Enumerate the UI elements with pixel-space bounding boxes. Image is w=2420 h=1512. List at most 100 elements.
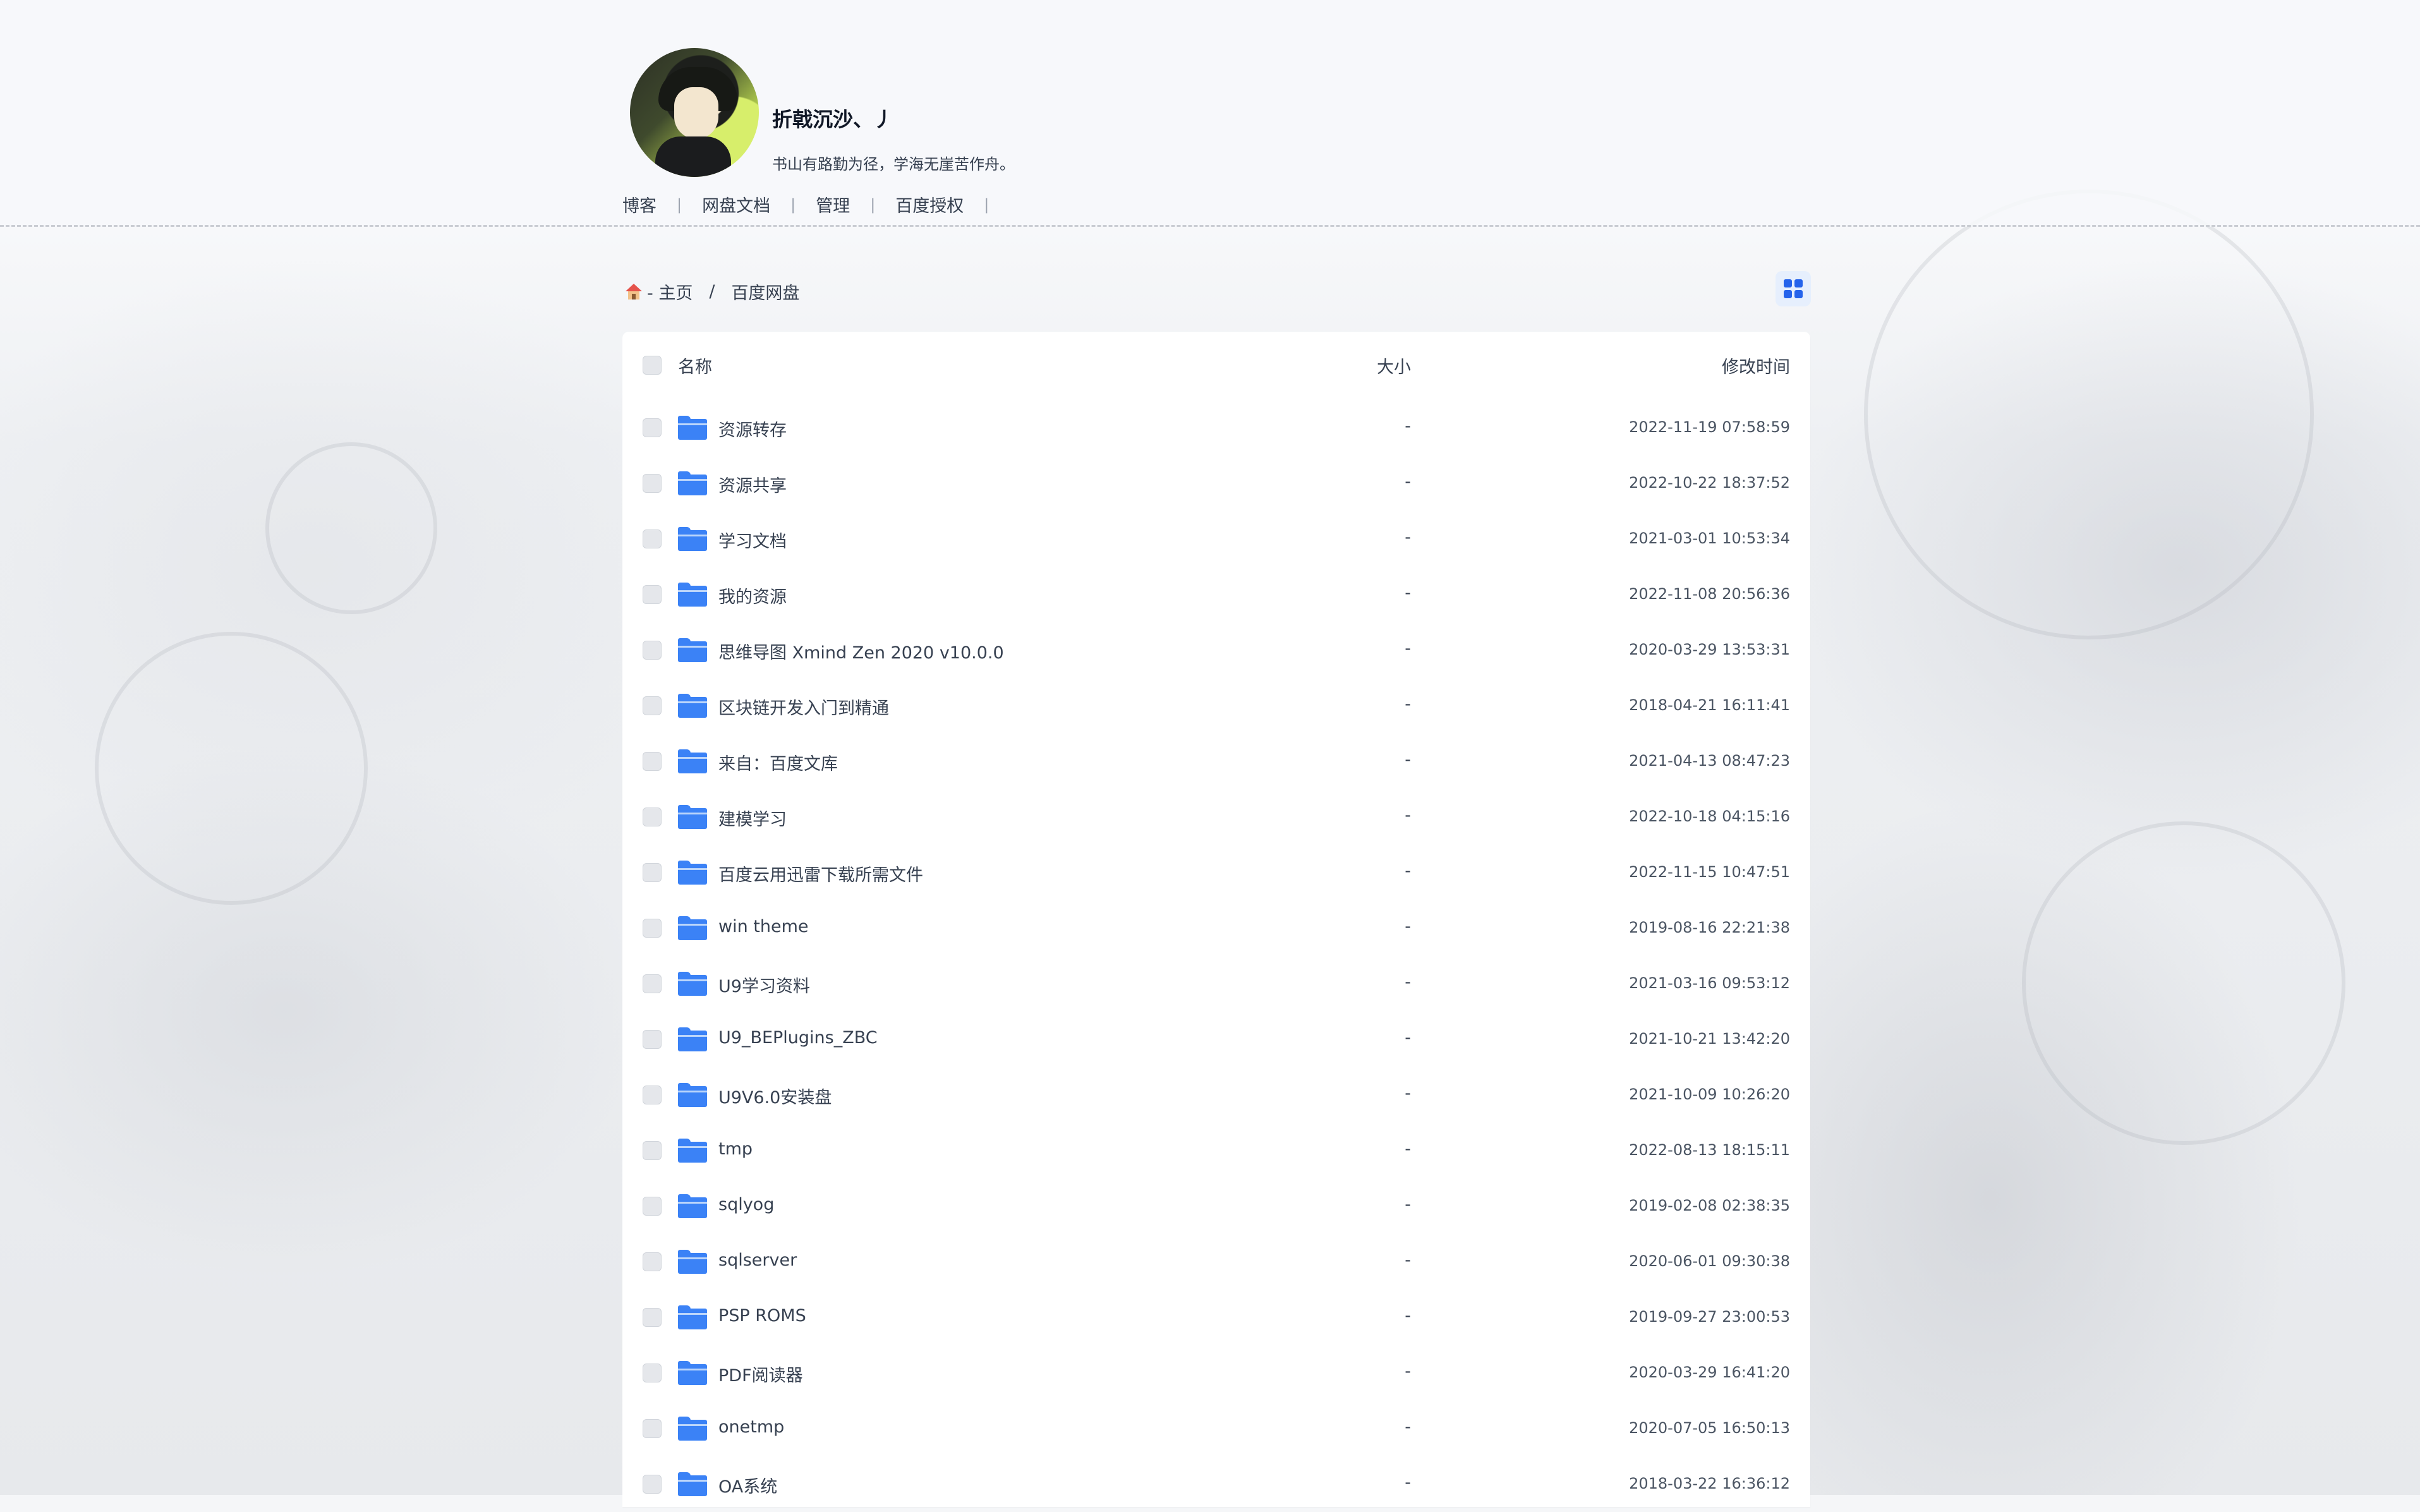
file-name-link[interactable]: 百度云用迅雷下载所需文件 <box>718 861 923 886</box>
select-all-checkbox[interactable] <box>643 356 662 375</box>
file-name-link[interactable]: 区块链开发入门到精通 <box>718 694 889 719</box>
column-header-size[interactable]: 大小 <box>1377 353 1411 378</box>
row-checkbox[interactable] <box>643 641 662 660</box>
file-name-link[interactable]: win theme <box>718 917 809 936</box>
row-checkbox[interactable] <box>643 1419 662 1438</box>
file-name-link[interactable]: tmp <box>718 1139 753 1159</box>
table-row[interactable]: 资源共享 - 2022-10-22 18:37:52 <box>622 456 1810 511</box>
file-size: - <box>1405 639 1411 658</box>
file-name-link[interactable]: 来自：百度文库 <box>718 750 838 775</box>
table-row[interactable]: win theme - 2019-08-16 22:21:38 <box>622 900 1810 956</box>
column-header-modified[interactable]: 修改时间 <box>1722 353 1790 378</box>
nav-item-admin[interactable]: 管理 <box>816 192 850 217</box>
row-checkbox[interactable] <box>643 418 662 437</box>
avatar[interactable] <box>630 48 759 177</box>
file-name-link[interactable]: U9_BEPlugins_ZBC <box>718 1028 878 1048</box>
table-row[interactable]: 百度云用迅雷下载所需文件 - 2022-11-15 10:47:51 <box>622 845 1810 900</box>
file-name-link[interactable]: 资源转存 <box>718 416 787 441</box>
row-checkbox[interactable] <box>643 529 662 548</box>
nav-item-blog[interactable]: 博客 <box>622 192 656 217</box>
breadcrumb-home[interactable]: - 主页 <box>647 279 693 304</box>
file-size: - <box>1405 972 1411 992</box>
file-name-link[interactable]: 建模学习 <box>718 806 787 830</box>
nav-item-drive-docs[interactable]: 网盘文档 <box>702 192 770 217</box>
file-modified-time: 2021-03-01 10:53:34 <box>1629 529 1790 547</box>
file-modified-time: 2021-10-21 13:42:20 <box>1629 1030 1790 1048</box>
file-size: - <box>1405 694 1411 714</box>
nav-separator: | <box>677 195 682 214</box>
table-row[interactable]: 资源转存 - 2022-11-19 07:58:59 <box>622 400 1810 456</box>
row-checkbox[interactable] <box>643 974 662 993</box>
table-row[interactable]: 建模学习 - 2022-10-18 04:15:16 <box>622 789 1810 845</box>
table-row[interactable]: 思维导图 Xmind Zen 2020 v10.0.0 - 2020-03-29 1… <box>622 622 1810 678</box>
folder-icon <box>678 1139 707 1163</box>
table-row[interactable]: 学习文档 - 2021-03-01 10:53:34 <box>622 511 1810 567</box>
row-checkbox[interactable] <box>643 474 662 493</box>
file-name-link[interactable]: U9V6.0安装盘 <box>718 1084 832 1108</box>
file-size: - <box>1405 1417 1411 1437</box>
file-modified-time: 2022-10-18 04:15:16 <box>1629 807 1790 825</box>
table-row[interactable]: sqlserver - 2020-06-01 09:30:38 <box>622 1234 1810 1290</box>
file-size: - <box>1405 806 1411 825</box>
top-nav: 博客 | 网盘文档 | 管理 | 百度授权 | <box>622 192 1009 217</box>
column-header-name[interactable]: 名称 <box>678 353 712 378</box>
grid-view-toggle-button[interactable] <box>1776 271 1811 306</box>
file-name-link[interactable]: U9学习资料 <box>718 972 810 997</box>
file-name-link[interactable]: 学习文档 <box>718 528 787 552</box>
table-row[interactable]: U9_BEPlugins_ZBC - 2021-10-21 13:42:20 <box>622 1012 1810 1067</box>
folder-icon <box>678 1361 707 1385</box>
table-row[interactable]: U9V6.0安装盘 - 2021-10-09 10:26:20 <box>622 1067 1810 1123</box>
table-row[interactable]: 区块链开发入门到精通 - 2018-04-21 16:11:41 <box>622 678 1810 734</box>
breadcrumb-current[interactable]: 百度网盘 <box>731 279 799 304</box>
row-checkbox[interactable] <box>643 1364 662 1382</box>
folder-icon <box>678 1083 707 1107</box>
file-size: - <box>1405 1195 1411 1214</box>
row-checkbox[interactable] <box>643 807 662 826</box>
file-name-link[interactable]: PSP ROMS <box>718 1306 806 1326</box>
table-row[interactable]: onetmp - 2020-07-05 16:50:13 <box>622 1401 1810 1456</box>
table-row[interactable]: OA系统 - 2018-03-22 16:36:12 <box>622 1456 1810 1512</box>
file-name-link[interactable]: onetmp <box>718 1417 784 1437</box>
table-row[interactable]: PDF阅读器 - 2020-03-29 16:41:20 <box>622 1345 1810 1401</box>
row-checkbox[interactable] <box>643 919 662 938</box>
table-row[interactable]: sqlyog - 2019-02-08 02:38:35 <box>622 1178 1810 1234</box>
folder-icon <box>678 1250 707 1274</box>
row-checkbox[interactable] <box>643 1475 662 1494</box>
nav-separator: | <box>790 195 796 214</box>
folder-icon <box>678 527 707 551</box>
folder-icon <box>678 749 707 773</box>
row-checkbox[interactable] <box>643 1030 662 1049</box>
file-name-link[interactable]: OA系统 <box>718 1473 777 1497</box>
row-checkbox[interactable] <box>643 863 662 882</box>
folder-icon <box>678 1027 707 1051</box>
row-checkbox[interactable] <box>643 752 662 771</box>
table-row[interactable]: tmp - 2022-08-13 18:15:11 <box>622 1123 1810 1178</box>
folder-icon <box>678 694 707 718</box>
file-name-link[interactable]: PDF阅读器 <box>718 1362 803 1386</box>
file-name-link[interactable]: 思维导图 Xmind Zen 2020 v10.0.0 <box>718 639 1004 663</box>
row-checkbox[interactable] <box>643 696 662 715</box>
folder-icon <box>678 416 707 440</box>
file-size: - <box>1405 1362 1411 1381</box>
nav-item-baidu-auth[interactable]: 百度授权 <box>895 192 964 217</box>
file-name-link[interactable]: sqlyog <box>718 1195 774 1214</box>
row-checkbox[interactable] <box>643 1252 662 1271</box>
table-row[interactable]: 来自：百度文库 - 2021-04-13 08:47:23 <box>622 734 1810 789</box>
row-checkbox[interactable] <box>643 1197 662 1216</box>
row-checkbox[interactable] <box>643 585 662 604</box>
row-checkbox[interactable] <box>643 1086 662 1104</box>
profile-motto: 书山有路勤为径，学海无崖苦作舟。 <box>772 155 1015 173</box>
file-size: - <box>1405 917 1411 936</box>
file-modified-time: 2018-03-22 16:36:12 <box>1629 1475 1790 1492</box>
file-name-link[interactable]: 资源共享 <box>718 472 787 497</box>
table-row[interactable]: U9学习资料 - 2021-03-16 09:53:12 <box>622 956 1810 1012</box>
folder-icon <box>678 805 707 829</box>
table-row[interactable]: PSP ROMS - 2019-09-27 23:00:53 <box>622 1290 1810 1345</box>
file-name-link[interactable]: sqlserver <box>718 1250 797 1270</box>
row-checkbox[interactable] <box>643 1141 662 1160</box>
row-checkbox[interactable] <box>643 1308 662 1327</box>
breadcrumb-separator: / <box>709 282 715 301</box>
table-row[interactable]: 我的资源 - 2022-11-08 20:56:36 <box>622 567 1810 622</box>
grid-view-icon <box>1784 279 1792 287</box>
file-name-link[interactable]: 我的资源 <box>718 583 787 608</box>
